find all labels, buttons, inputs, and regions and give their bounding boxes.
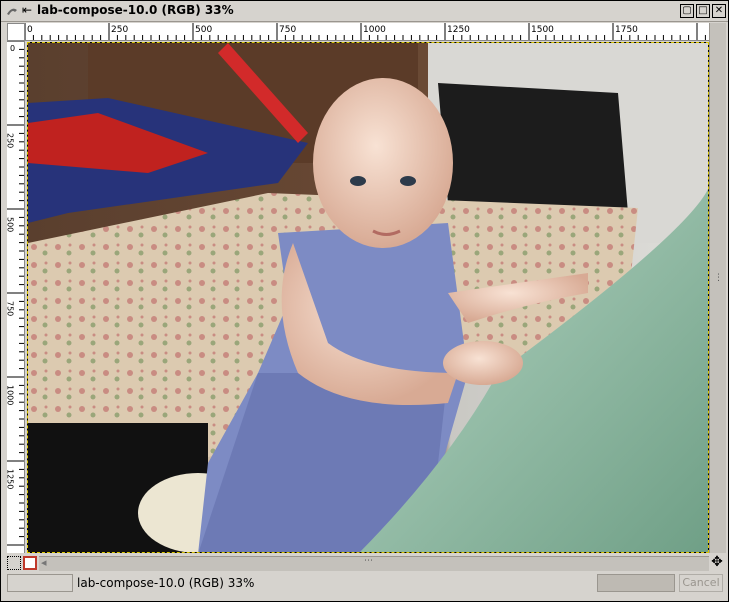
window-title: lab-compose-10.0 (RGB) 33% xyxy=(37,3,234,17)
hscroll-grip-icon: ⋯ xyxy=(364,556,373,566)
gimp-icon xyxy=(7,8,17,15)
hruler-label-750: 750 xyxy=(279,25,296,35)
horizontal-scrollbar[interactable]: ◂ ⋯ xyxy=(39,556,709,571)
hruler-label-0: 0 xyxy=(27,25,33,35)
quick-mask-icon[interactable] xyxy=(23,556,37,570)
maximize-button[interactable]: □ xyxy=(696,4,710,18)
status-bar: lab-compose-10.0 (RGB) 33% Cancel xyxy=(7,574,725,594)
svg-text:250: 250 xyxy=(111,25,128,35)
image-window: ⇤ lab-compose-10.0 (RGB) 33% ▢ □ ✕ 0 250… xyxy=(0,0,729,602)
selection-toggle-icon[interactable] xyxy=(7,556,21,570)
hruler-label-1750: 1750 xyxy=(615,25,638,35)
navigate-icon[interactable]: ✥ xyxy=(709,554,725,570)
svg-text:1000: 1000 xyxy=(363,25,386,35)
title-bar[interactable]: ⇤ lab-compose-10.0 (RGB) 33% ▢ □ ✕ xyxy=(1,1,728,22)
hruler-label-1500: 1500 xyxy=(531,25,554,35)
image-canvas[interactable] xyxy=(27,42,709,553)
hruler-label-1000: 1000 xyxy=(363,25,386,35)
hruler-label-500: 500 xyxy=(195,25,212,35)
vertical-ruler[interactable]: 0 250 500 750 1000 1250 xyxy=(7,41,25,553)
svg-text:0: 0 xyxy=(27,25,33,35)
close-button[interactable]: ✕ xyxy=(712,4,726,18)
vertical-scrollbar[interactable]: ⋮ xyxy=(709,23,726,553)
cancel-button[interactable]: Cancel xyxy=(679,574,723,592)
svg-text:750: 750 xyxy=(279,25,296,35)
svg-text:1750: 1750 xyxy=(615,25,638,35)
horizontal-ruler[interactable]: 0 250 500 750 1000 1250 1500 1750 xyxy=(25,23,709,41)
vruler-label-0: 0 xyxy=(10,44,15,53)
status-text: lab-compose-10.0 (RGB) 33% xyxy=(77,576,255,590)
vruler-label-1000: 1000 xyxy=(7,385,15,405)
unit-selector[interactable] xyxy=(7,574,73,592)
vruler-label-1250: 1250 xyxy=(7,469,15,489)
pin-icon[interactable]: ⇤ xyxy=(22,3,32,17)
ruler-corner-button[interactable] xyxy=(7,23,25,41)
vscroll-grip-icon: ⋮ xyxy=(714,273,723,283)
vruler-label-750: 750 xyxy=(7,301,15,316)
svg-text:1250: 1250 xyxy=(447,25,470,35)
menu-button[interactable]: ▢ xyxy=(680,4,694,18)
hruler-label-1250: 1250 xyxy=(447,25,470,35)
hruler-label-250: 250 xyxy=(111,25,128,35)
progress-bar xyxy=(597,574,675,592)
svg-text:500: 500 xyxy=(195,25,212,35)
vruler-label-500: 500 xyxy=(7,217,15,232)
photo-canvas xyxy=(28,43,708,552)
vruler-label-250: 250 xyxy=(7,133,15,148)
svg-text:1500: 1500 xyxy=(531,25,554,35)
scroll-left-icon[interactable]: ◂ xyxy=(41,556,47,569)
